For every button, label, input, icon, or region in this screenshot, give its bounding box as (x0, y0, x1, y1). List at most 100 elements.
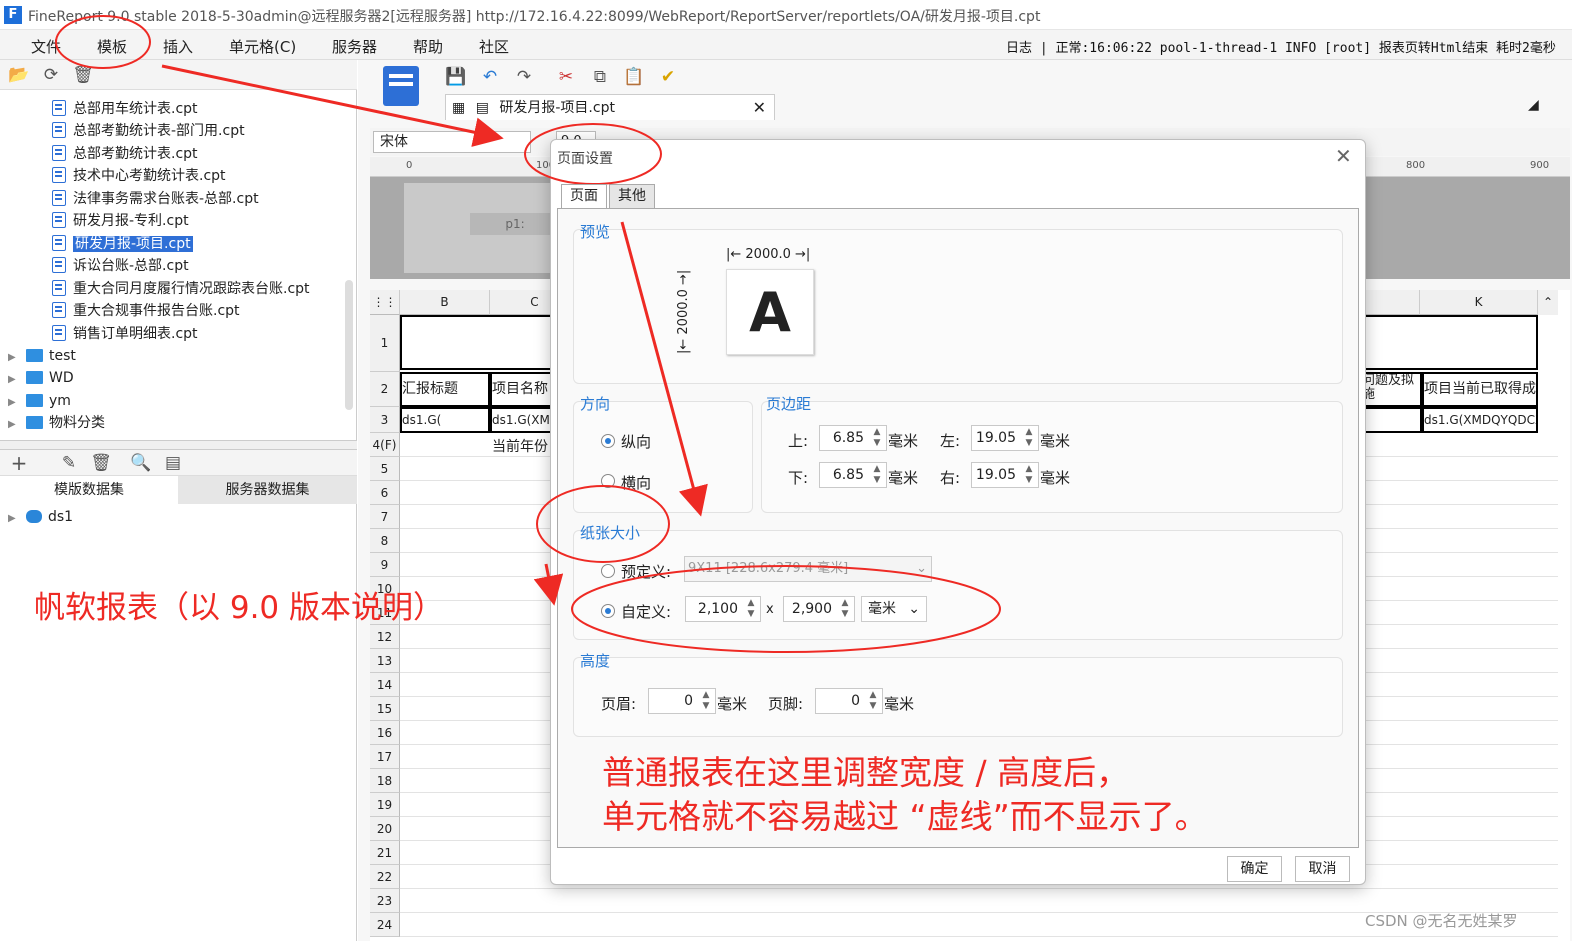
close-icon[interactable]: ✕ (1335, 144, 1352, 168)
tree-file[interactable]: 总部考勤统计表-部门用.cpt (52, 120, 245, 142)
tab-template-dataset[interactable]: 模版数据集 (0, 476, 178, 504)
row-header[interactable]: 6 (370, 481, 400, 505)
tree-file[interactable]: 重大合同月度履行情况跟踪表台账.cpt (52, 278, 310, 300)
preset-select[interactable]: 9X11 [228.6x279.4 毫米] ⌄ (684, 556, 932, 582)
tab-server-dataset[interactable]: 服务器数据集 (178, 476, 357, 504)
column-header-j[interactable] (1360, 290, 1420, 315)
footer-input[interactable]: 0 ▲ ▼ (815, 688, 883, 714)
tree-file[interactable]: 技术中心考勤统计表.cpt (52, 165, 226, 187)
cell-j3[interactable]: ) (1360, 407, 1422, 433)
row-header[interactable]: 8 (370, 529, 400, 553)
row-header[interactable]: 5 (370, 457, 400, 481)
font-family-select[interactable]: 宋体 (373, 131, 531, 153)
expand-arrow-icon[interactable]: ▶ (8, 392, 20, 414)
row-header[interactable]: 20 (370, 817, 400, 841)
custom-radio[interactable] (601, 604, 615, 618)
row-header[interactable]: 12 (370, 625, 400, 649)
landscape-radio[interactable] (601, 474, 615, 488)
menu-community[interactable]: 社区 (479, 36, 509, 57)
row-header[interactable]: 1 (370, 315, 400, 372)
redo-icon[interactable]: ↷ (513, 66, 535, 88)
row-header[interactable]: 13 (370, 649, 400, 673)
tree-file[interactable]: 研发月报-专利.cpt (52, 210, 189, 232)
row-header[interactable]: 19 (370, 793, 400, 817)
cancel-button[interactable]: 取消 (1295, 856, 1350, 882)
margin-bottom-input[interactable]: 6.85 ▲ ▼ (819, 462, 887, 488)
spinner-icon[interactable]: ▲ ▼ (870, 427, 884, 449)
row-header[interactable]: 18 (370, 769, 400, 793)
spinner-icon[interactable]: ▲ ▼ (870, 464, 884, 486)
template-tab[interactable]: ▦ ▤ 研发月报-项目.cpt ✕ (445, 94, 775, 120)
edit-icon[interactable]: ✎ (58, 452, 80, 474)
tree-file[interactable]: 销售订单明细表.cpt (52, 323, 198, 345)
cell-b3[interactable]: ds1.G( (400, 407, 490, 433)
delete-icon[interactable]: 🗑 (72, 64, 94, 86)
header-input[interactable]: 0 ▲ ▼ (648, 688, 716, 714)
open-folder-icon[interactable]: 📂 (8, 64, 30, 86)
cell-c4[interactable]: 当前年份 (492, 436, 552, 458)
paste-icon[interactable]: 📋 (623, 66, 645, 88)
pane-splitter[interactable] (0, 440, 357, 450)
tree-file[interactable]: 重大合规事件报告台账.cpt (52, 300, 240, 322)
add-icon[interactable]: + (8, 452, 30, 474)
cell-c3[interactable]: ds1.G(XM (490, 407, 552, 433)
row-header[interactable]: 23 (370, 889, 400, 913)
margin-right-input[interactable]: 19.05 ▲ ▼ (971, 462, 1039, 488)
spinner-icon[interactable]: ▲ ▼ (838, 598, 852, 620)
row-header[interactable]: 17 (370, 745, 400, 769)
row-header[interactable]: 15 (370, 697, 400, 721)
cell-c2[interactable]: 项目名称 (490, 372, 552, 407)
menu-insert[interactable]: 插入 (163, 36, 193, 57)
preview-icon[interactable]: 🔍 (130, 452, 152, 474)
preset-radio[interactable] (601, 564, 615, 578)
tree-scrollbar[interactable] (345, 280, 353, 410)
select-all-corner[interactable]: ⋮⋮ (370, 290, 400, 315)
spinner-icon[interactable]: ▲ ▼ (744, 598, 758, 620)
row-header[interactable]: 14 (370, 673, 400, 697)
expand-arrow-icon[interactable]: ▶ (8, 369, 20, 391)
margin-top-input[interactable]: 6.85 ▲ ▼ (819, 425, 887, 451)
tree-file[interactable]: 诉讼台账-总部.cpt (52, 255, 189, 277)
row-header[interactable]: 2 (370, 372, 400, 407)
ok-button[interactable]: 确定 (1227, 856, 1282, 882)
tree-file[interactable]: 法律事务需求台账表-总部.cpt (52, 188, 259, 210)
cell-k2[interactable]: 项目当前已取得成 (1422, 372, 1538, 407)
row-header[interactable]: 22 (370, 865, 400, 889)
cell-b2[interactable]: 汇报标题 (400, 372, 490, 407)
row-header[interactable]: 3 (370, 407, 400, 433)
column-header-k[interactable]: K (1420, 290, 1538, 315)
tab-other[interactable]: 其他 (609, 184, 655, 208)
save-icon[interactable]: 💾 (445, 66, 467, 88)
menu-template[interactable]: 模板 (97, 36, 127, 57)
row-header[interactable]: 9 (370, 553, 400, 577)
cut-icon[interactable]: ✂ (555, 66, 577, 88)
expand-arrow-icon[interactable]: ▶ (8, 414, 20, 436)
tree-folder[interactable]: ▶ 物料分类 (8, 412, 105, 434)
menu-help[interactable]: 帮助 (413, 36, 443, 57)
menu-cell[interactable]: 单元格(C) (229, 36, 296, 57)
tab-page[interactable]: 页面 (561, 184, 607, 208)
refresh-icon[interactable]: ⟳ (40, 64, 62, 86)
dataset-edit-icon[interactable]: ▤ (162, 452, 184, 474)
tree-folder[interactable]: ▶ test (8, 345, 76, 367)
menu-server[interactable]: 服务器 (332, 36, 377, 57)
cell-j2[interactable]: 问题及拟施 (1360, 372, 1422, 407)
scroll-up-icon[interactable]: ⌃ (1538, 290, 1558, 315)
tree-file[interactable]: 总部用车统计表.cpt (52, 98, 198, 120)
cell-k3[interactable]: ds1.G(XMDQYQDCX (1422, 407, 1538, 433)
delete-icon[interactable]: 🗑 (90, 452, 112, 474)
row-header[interactable]: 21 (370, 841, 400, 865)
expand-arrow-icon[interactable]: ▶ (8, 508, 20, 530)
report-template-icon[interactable] (383, 66, 419, 106)
row-header[interactable]: 24 (370, 913, 400, 937)
close-tab-icon[interactable]: ✕ (753, 95, 766, 121)
dropdown-menu-icon[interactable]: ◢ (1528, 97, 1539, 113)
portrait-radio[interactable] (601, 434, 615, 448)
custom-width-input[interactable]: 2,100 ▲ ▼ (685, 596, 761, 622)
dataset-item[interactable]: ▶ ds1 (8, 506, 73, 528)
row-header[interactable]: 7 (370, 505, 400, 529)
spinner-icon[interactable]: ▲ ▼ (1022, 464, 1036, 486)
expand-arrow-icon[interactable]: ▶ (8, 347, 20, 369)
format-brush-icon[interactable]: ✔ (657, 66, 679, 88)
menu-file[interactable]: 文件 (31, 36, 61, 57)
